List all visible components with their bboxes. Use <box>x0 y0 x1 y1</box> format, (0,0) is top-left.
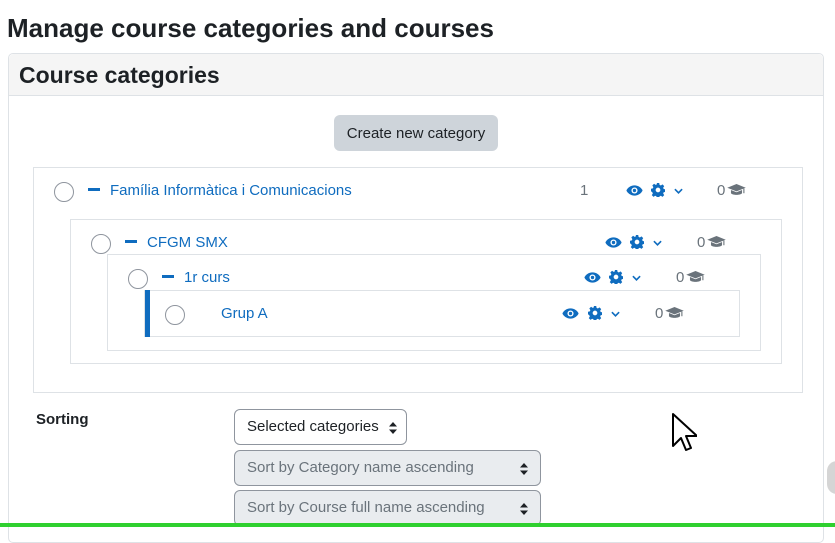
course-count: 0 <box>717 182 726 199</box>
course-count: 0 <box>676 269 685 286</box>
gear-icon[interactable] <box>630 235 644 249</box>
sorting-scope-select[interactable]: Selected categories <box>234 409 407 445</box>
page-title: Manage course categories and courses <box>7 13 494 43</box>
gear-icon[interactable] <box>651 183 665 197</box>
category-select-checkbox[interactable] <box>165 305 185 325</box>
card-title: Course categories <box>19 62 220 88</box>
chevron-down-icon[interactable] <box>653 240 662 246</box>
category-name-link[interactable]: 1r curs <box>184 269 230 287</box>
subcategory-count: 1 <box>580 182 589 199</box>
category-name-link[interactable]: Grup A <box>221 305 268 323</box>
gear-icon[interactable] <box>588 306 602 320</box>
mouse-cursor-icon <box>672 413 697 451</box>
collapse-icon[interactable] <box>125 240 137 243</box>
eye-icon[interactable] <box>605 236 622 249</box>
course-count: 0 <box>655 305 664 322</box>
sorting-scope-value: Selected categories <box>247 418 379 435</box>
select-caret-icon <box>520 503 528 515</box>
category-sort-select[interactable]: Sort by Category name ascending <box>234 450 541 486</box>
category-select-checkbox[interactable] <box>91 234 111 254</box>
category-select-checkbox[interactable] <box>128 269 148 289</box>
collapse-icon[interactable] <box>88 188 100 191</box>
course-sort-select[interactable]: Sort by Course full name ascending <box>234 490 541 526</box>
gear-icon[interactable] <box>609 270 623 284</box>
graduation-cap-icon <box>665 307 684 319</box>
category-sort-value: Sort by Category name ascending <box>247 459 474 476</box>
select-caret-icon <box>520 463 528 475</box>
selected-row-indicator <box>145 290 150 337</box>
floating-scroll-button[interactable] <box>827 461 835 494</box>
graduation-cap-icon <box>707 236 726 248</box>
page-bottom-border <box>0 523 835 527</box>
graduation-cap-icon <box>686 271 705 283</box>
course-count: 0 <box>697 234 706 251</box>
eye-icon[interactable] <box>626 184 643 197</box>
card-header: Course categories <box>9 54 823 96</box>
select-caret-icon <box>389 422 397 434</box>
category-select-checkbox[interactable] <box>54 182 74 202</box>
category-name-link[interactable]: Família Informàtica i Comunicacions <box>110 182 352 200</box>
graduation-cap-icon <box>727 184 746 196</box>
course-sort-value: Sort by Course full name ascending <box>247 499 485 516</box>
chevron-down-icon[interactable] <box>632 275 641 281</box>
create-new-category-button[interactable]: Create new category <box>334 115 498 151</box>
sorting-label: Sorting <box>36 411 89 428</box>
eye-icon[interactable] <box>584 271 601 284</box>
chevron-down-icon[interactable] <box>674 188 683 194</box>
eye-icon[interactable] <box>562 307 579 320</box>
collapse-icon[interactable] <box>162 275 174 278</box>
category-name-link[interactable]: CFGM SMX <box>147 234 228 252</box>
chevron-down-icon[interactable] <box>611 311 620 317</box>
